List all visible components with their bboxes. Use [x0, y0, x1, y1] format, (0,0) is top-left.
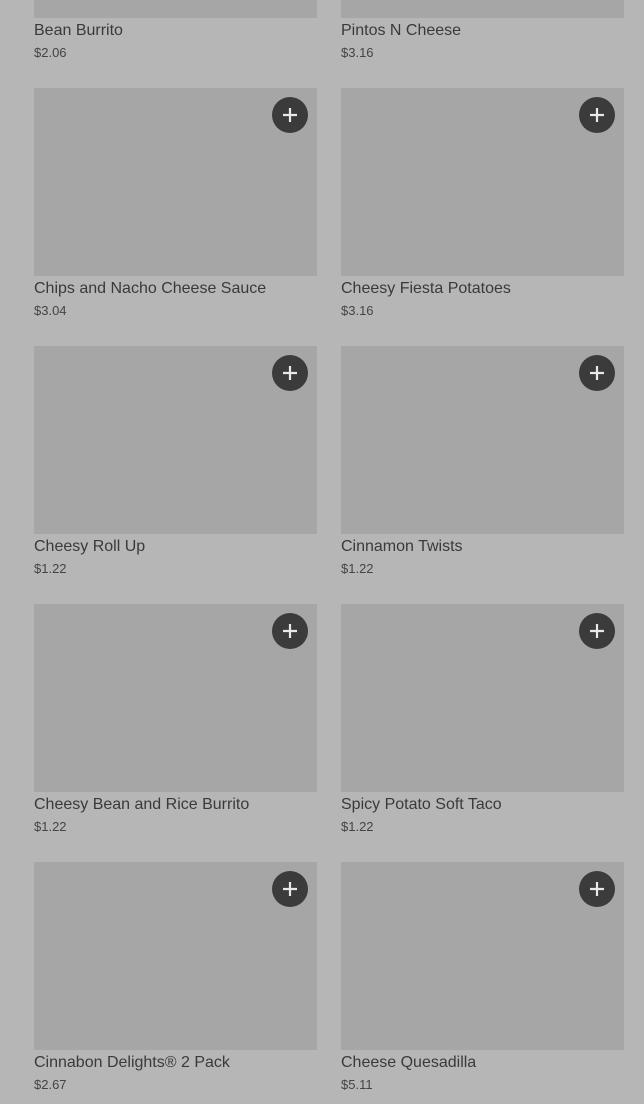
menu-item-card[interactable]: Cheesy Bean and Rice Burrito $1.22 [34, 604, 317, 835]
menu-item-card[interactable]: Cheesy Roll Up $1.22 [34, 346, 317, 577]
plus-icon [283, 108, 297, 122]
item-name[interactable]: Cinnamon Twists [341, 537, 624, 557]
item-price: $1.22 [34, 561, 67, 576]
plus-icon [283, 882, 297, 896]
menu-item-card[interactable]: Spicy Potato Soft Taco $1.22 [341, 604, 624, 835]
item-price: $5.11 [341, 1077, 373, 1092]
item-price: $3.16 [341, 303, 374, 318]
menu-item-card[interactable]: Cinnamon Twists $1.22 [341, 346, 624, 577]
item-image[interactable] [341, 88, 624, 276]
plus-icon [590, 882, 604, 896]
item-image[interactable] [341, 604, 624, 792]
add-to-cart-button[interactable] [579, 613, 615, 649]
plus-icon [590, 108, 604, 122]
menu-item-card[interactable]: Cheese Quesadilla $5.11 [341, 862, 624, 1093]
add-to-cart-button[interactable] [579, 97, 615, 133]
item-price: $2.06 [34, 45, 67, 60]
add-to-cart-button[interactable] [272, 355, 308, 391]
add-to-cart-button[interactable] [272, 871, 308, 907]
plus-icon [590, 624, 604, 638]
item-price: $3.04 [34, 303, 67, 318]
item-name[interactable]: Pintos N Cheese [341, 21, 624, 41]
item-image[interactable] [34, 0, 317, 18]
item-price: $1.22 [341, 561, 374, 576]
item-image[interactable] [34, 346, 317, 534]
item-price: $1.22 [34, 819, 67, 834]
item-image[interactable] [34, 604, 317, 792]
item-image[interactable] [34, 862, 317, 1050]
menu-item-card[interactable]: Chips and Nacho Cheese Sauce $3.04 [34, 88, 317, 319]
item-price: $1.22 [341, 819, 374, 834]
add-to-cart-button[interactable] [272, 613, 308, 649]
item-name[interactable]: Cheesy Fiesta Potatoes [341, 279, 624, 299]
item-image[interactable] [341, 862, 624, 1050]
item-image[interactable] [34, 88, 317, 276]
item-name[interactable]: Bean Burrito [34, 21, 317, 41]
item-price: $3.16 [341, 45, 374, 60]
item-name[interactable]: Cinnabon Delights® 2 Pack [34, 1053, 317, 1073]
plus-icon [590, 366, 604, 380]
item-image[interactable] [341, 346, 624, 534]
item-name[interactable]: Cheesy Roll Up [34, 537, 317, 557]
menu-item-card[interactable]: Cheesy Fiesta Potatoes $3.16 [341, 88, 624, 319]
plus-icon [283, 624, 297, 638]
item-price: $2.67 [34, 1077, 67, 1092]
menu-item-card[interactable]: Cinnabon Delights® 2 Pack $2.67 [34, 862, 317, 1093]
plus-icon [283, 366, 297, 380]
item-name[interactable]: Chips and Nacho Cheese Sauce [34, 279, 317, 299]
menu-item-card[interactable]: Bean Burrito $2.06 [34, 0, 317, 61]
menu-item-card[interactable]: Pintos N Cheese $3.16 [341, 0, 624, 61]
item-name[interactable]: Cheese Quesadilla [341, 1053, 624, 1073]
menu-item-grid: Bean Burrito $2.06 Pintos N Cheese $3.16… [0, 0, 644, 1104]
item-image[interactable] [341, 0, 624, 18]
item-name[interactable]: Cheesy Bean and Rice Burrito [34, 795, 317, 815]
add-to-cart-button[interactable] [579, 871, 615, 907]
add-to-cart-button[interactable] [579, 355, 615, 391]
item-name[interactable]: Spicy Potato Soft Taco [341, 795, 624, 815]
add-to-cart-button[interactable] [272, 97, 308, 133]
